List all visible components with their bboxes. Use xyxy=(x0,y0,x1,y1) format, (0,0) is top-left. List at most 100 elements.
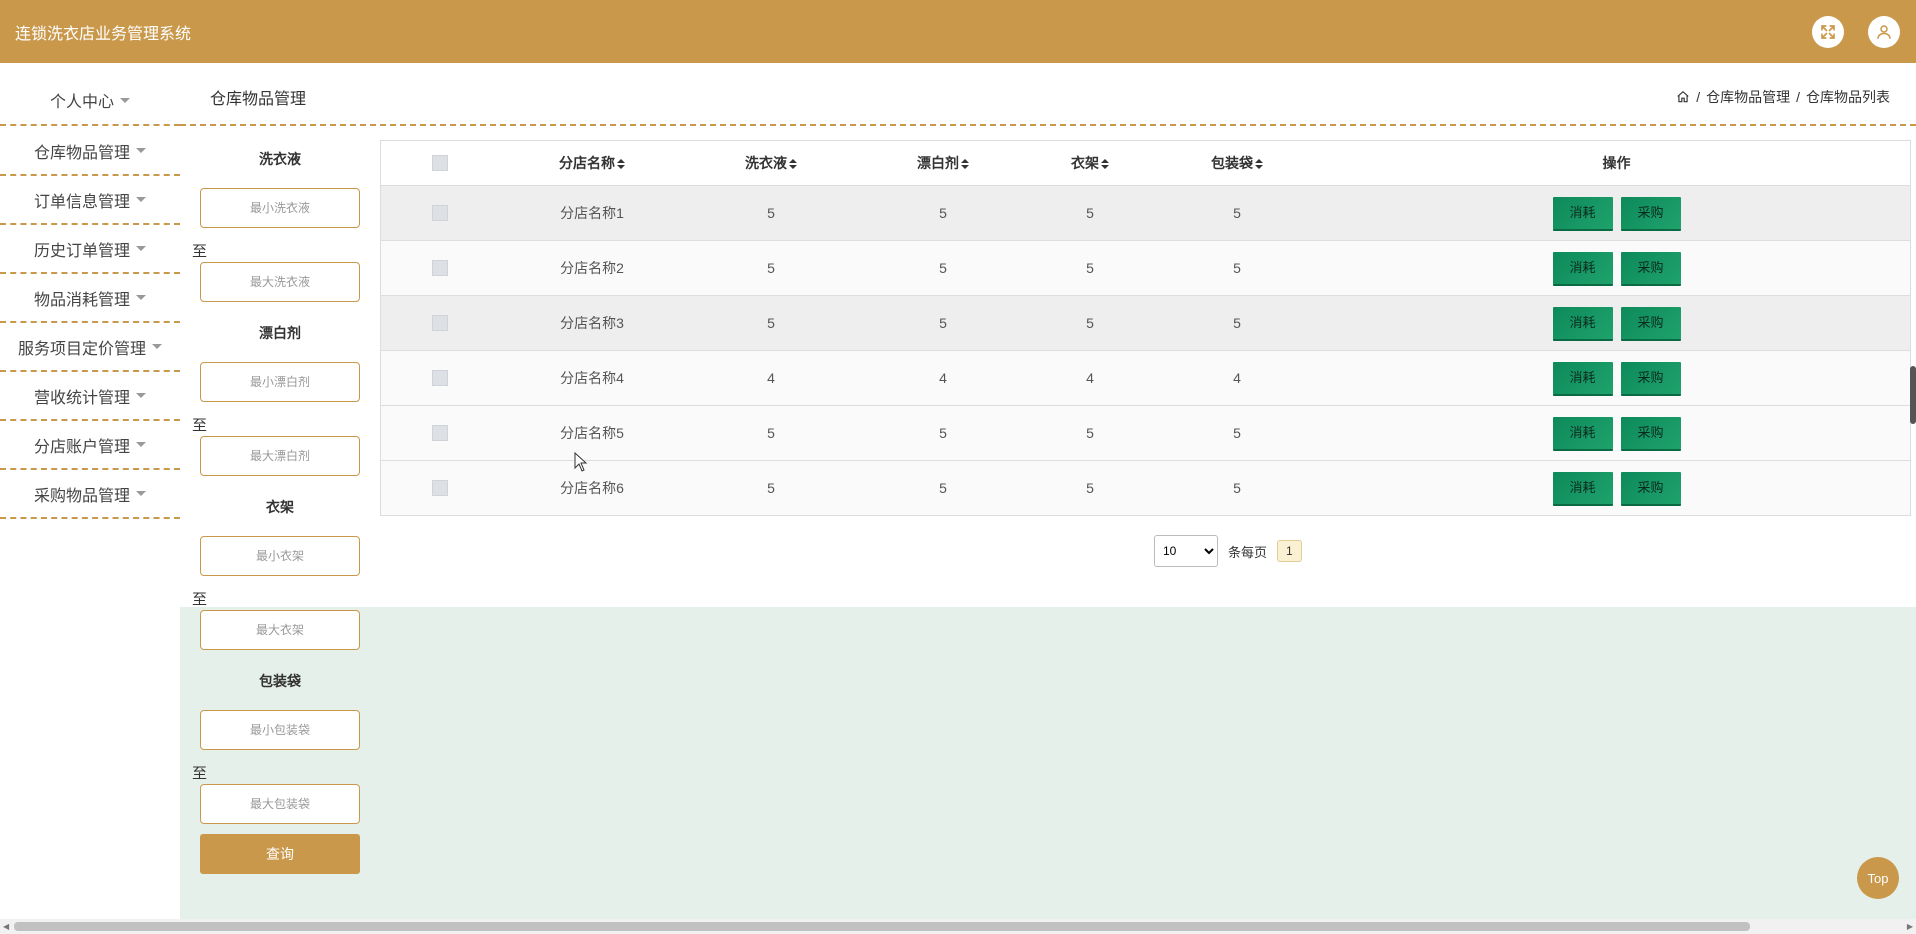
pagination: 10 条每页 1 xyxy=(1154,535,1302,567)
sidebar-item-history-orders[interactable]: 历史订单管理 xyxy=(0,225,180,274)
sort-icon xyxy=(1255,159,1263,170)
min-detergent-input[interactable] xyxy=(200,188,360,228)
caret-down-icon xyxy=(136,442,146,447)
row-checkbox[interactable] xyxy=(432,260,448,277)
purchase-button[interactable]: 采购 xyxy=(1620,361,1681,394)
cell-hanger: 5 xyxy=(1029,240,1151,296)
warehouse-table: 分店名称 洗衣液 漂白剂 衣架 包装袋 操作 分店名称1 5 5 5 5 消耗采… xyxy=(380,140,1911,516)
cell-detergent: 5 xyxy=(685,405,857,461)
sidebar-item-consumption[interactable]: 物品消耗管理 xyxy=(0,274,180,323)
table-row: 分店名称6 5 5 5 5 消耗 采购 xyxy=(381,460,1910,515)
query-button[interactable]: 查询 xyxy=(200,834,360,874)
horizontal-scrollbar[interactable]: ◀ ▶ xyxy=(0,919,1916,934)
vertical-scrollbar[interactable] xyxy=(1910,366,1916,424)
breadcrumb-separator: / xyxy=(1796,89,1800,105)
cell-detergent: 5 xyxy=(685,185,857,241)
home-icon[interactable] xyxy=(1676,90,1690,104)
consume-button[interactable]: 消耗 xyxy=(1552,251,1613,284)
table-row: 分店名称4 4 4 4 4 消耗 采购 xyxy=(381,350,1910,406)
filter-label-bleach: 漂白剂 xyxy=(259,325,301,341)
select-all-checkbox[interactable] xyxy=(432,155,448,172)
breadcrumb: / 仓库物品管理 / 仓库物品列表 xyxy=(1676,87,1890,107)
purchase-button[interactable]: 采购 xyxy=(1620,416,1681,449)
cell-branch: 分店名称6 xyxy=(499,460,685,515)
top-bar: 连锁洗衣店业务管理系统 xyxy=(0,0,1916,63)
min-bag-input[interactable] xyxy=(200,710,360,750)
page-size-select[interactable]: 10 xyxy=(1154,535,1218,567)
column-header-bag[interactable]: 包装袋 xyxy=(1151,141,1323,186)
max-hanger-input[interactable] xyxy=(200,610,360,650)
cell-bag: 5 xyxy=(1151,185,1323,241)
cell-bleach: 5 xyxy=(857,295,1029,351)
user-icon xyxy=(1877,25,1891,39)
purchase-button[interactable]: 采购 xyxy=(1620,306,1681,339)
cell-branch: 分店名称3 xyxy=(499,295,685,351)
row-checkbox[interactable] xyxy=(432,480,448,497)
breadcrumb-item-warehouse[interactable]: 仓库物品管理 xyxy=(1706,87,1790,107)
cell-hanger: 5 xyxy=(1029,295,1151,351)
page-number-button[interactable]: 1 xyxy=(1277,540,1302,562)
row-checkbox[interactable] xyxy=(432,370,448,387)
row-checkbox[interactable] xyxy=(432,425,448,442)
sidebar-item-revenue[interactable]: 营收统计管理 xyxy=(0,372,180,421)
user-button[interactable] xyxy=(1868,16,1900,48)
sort-icon xyxy=(1101,159,1109,170)
column-header-detergent[interactable]: 洗衣液 xyxy=(685,141,857,186)
max-bag-input[interactable] xyxy=(200,784,360,824)
caret-down-icon xyxy=(136,197,146,202)
column-header-bleach[interactable]: 漂白剂 xyxy=(857,141,1029,186)
sort-icon xyxy=(961,159,969,170)
column-header-hanger[interactable]: 衣架 xyxy=(1029,141,1151,186)
cell-branch: 分店名称5 xyxy=(499,405,685,461)
sidebar-item-branch-accounts[interactable]: 分店账户管理 xyxy=(0,421,180,470)
purchase-button[interactable]: 采购 xyxy=(1620,471,1681,504)
sidebar-item-purchasing[interactable]: 采购物品管理 xyxy=(0,470,180,519)
row-checkbox[interactable] xyxy=(432,205,448,222)
caret-down-icon xyxy=(136,393,146,398)
max-bleach-input[interactable] xyxy=(200,436,360,476)
column-header-actions: 操作 xyxy=(1323,141,1910,186)
consume-button[interactable]: 消耗 xyxy=(1552,306,1613,339)
consume-button[interactable]: 消耗 xyxy=(1552,416,1613,449)
consume-button[interactable]: 消耗 xyxy=(1552,361,1613,394)
consume-button[interactable]: 消耗 xyxy=(1552,196,1613,229)
sidebar-item-label: 仓库物品管理 xyxy=(33,144,130,162)
sidebar-item-label: 服务项目定价管理 xyxy=(17,340,146,358)
scroll-right-icon[interactable]: ▶ xyxy=(1907,922,1913,931)
table-row: 分店名称2 5 5 5 5 消耗 采购 xyxy=(381,240,1910,296)
fullscreen-button[interactable] xyxy=(1812,16,1844,48)
row-checkbox[interactable] xyxy=(432,315,448,332)
caret-down-icon xyxy=(136,246,146,251)
sidebar-item-warehouse[interactable]: 仓库物品管理 xyxy=(0,127,180,176)
range-to-label: 至 xyxy=(192,417,208,434)
cell-bag: 4 xyxy=(1151,350,1323,406)
sidebar-item-orders[interactable]: 订单信息管理 xyxy=(0,176,180,225)
cell-bleach: 5 xyxy=(857,405,1029,461)
purchase-button[interactable]: 采购 xyxy=(1620,251,1681,284)
filter-label-bag: 包装袋 xyxy=(259,673,301,689)
min-bleach-input[interactable] xyxy=(200,362,360,402)
table-header-row: 分店名称 洗衣液 漂白剂 衣架 包装袋 操作 xyxy=(381,141,1910,186)
range-to-label: 至 xyxy=(192,765,208,782)
purchase-button[interactable]: 采购 xyxy=(1620,196,1681,229)
cell-bleach: 5 xyxy=(857,185,1029,241)
cell-bleach: 5 xyxy=(857,240,1029,296)
caret-down-icon xyxy=(136,491,146,496)
caret-down-icon xyxy=(120,97,130,103)
sidebar-item-label: 采购物品管理 xyxy=(33,487,130,505)
column-header-branch[interactable]: 分店名称 xyxy=(499,141,685,186)
min-hanger-input[interactable] xyxy=(200,536,360,576)
scrollbar-thumb[interactable] xyxy=(14,922,1750,931)
consume-button[interactable]: 消耗 xyxy=(1552,471,1613,504)
sidebar-item-label: 历史订单管理 xyxy=(33,242,130,260)
filter-label-hanger: 衣架 xyxy=(266,499,294,515)
sidebar-item-personal-center[interactable]: 个人中心 xyxy=(0,63,180,127)
scroll-left-icon[interactable]: ◀ xyxy=(3,922,9,931)
max-detergent-input[interactable] xyxy=(200,262,360,302)
page-header: 仓库物品管理 / 仓库物品管理 / 仓库物品列表 xyxy=(180,63,1916,126)
cell-hanger: 5 xyxy=(1029,460,1151,515)
back-to-top-button[interactable]: Top xyxy=(1857,857,1899,899)
cell-bag: 5 xyxy=(1151,295,1323,351)
sort-icon xyxy=(617,159,625,170)
sidebar-item-pricing[interactable]: 服务项目定价管理 xyxy=(0,323,180,372)
